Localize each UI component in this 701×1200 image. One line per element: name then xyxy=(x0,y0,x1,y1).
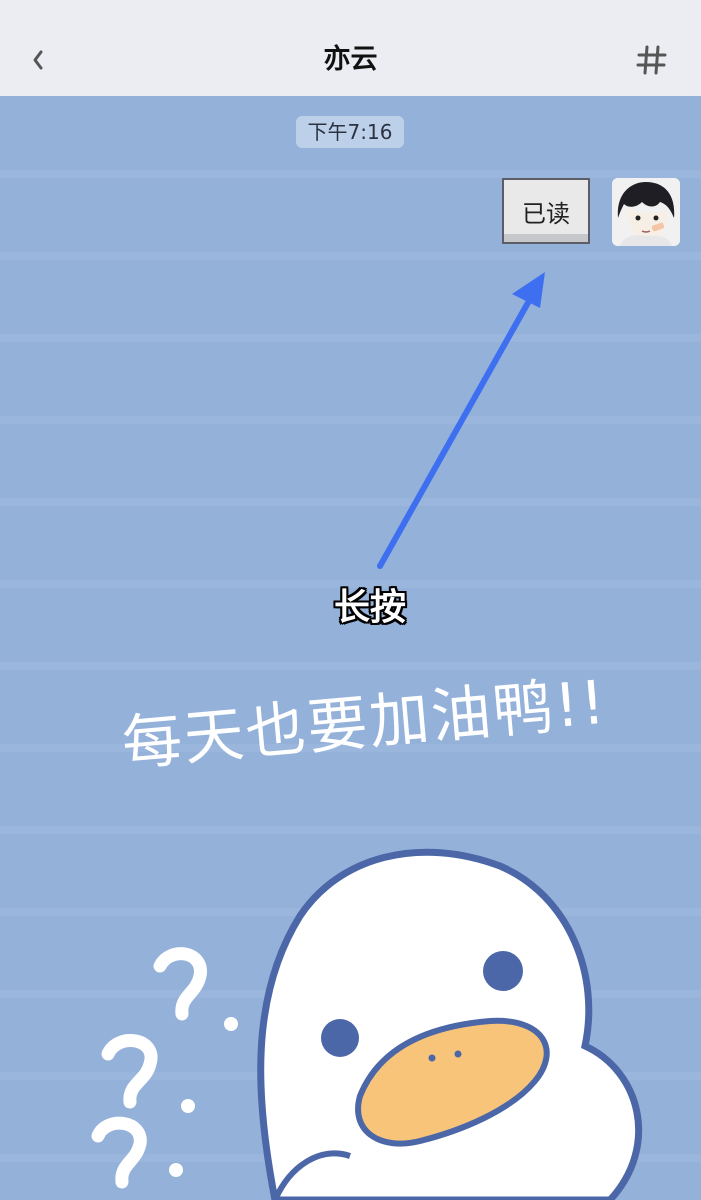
annotation-arrow xyxy=(377,272,545,569)
hash-icon xyxy=(636,45,667,75)
top-navigation-bar: 亦云 xyxy=(0,0,701,96)
chat-area[interactable]: 每天也要加油鸭!! 下午7:16 已读 长按 xyxy=(0,96,701,1200)
chevron-left-icon xyxy=(33,50,43,70)
long-press-hint: 长按 xyxy=(333,587,406,628)
chat-menu-button[interactable] xyxy=(631,40,673,80)
back-button[interactable] xyxy=(20,38,56,82)
